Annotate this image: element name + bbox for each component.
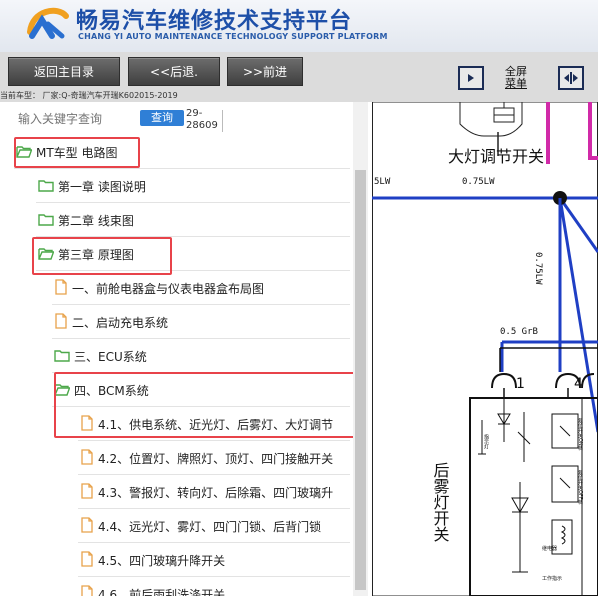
diagram-small-label: 工作指示 xyxy=(542,575,562,582)
tree-item[interactable]: 4.5、四门玻璃升降开关 xyxy=(80,548,225,572)
divider xyxy=(222,110,223,132)
tree-divider xyxy=(78,474,350,475)
wiring-diagram[interactable]: 大灯调节开关 5LW 0.75LW 0.75LW 0.5 GrB 1 4 后雾灯… xyxy=(372,102,598,596)
tree-item-label: 4.6、前后雨刮洗涤开关 xyxy=(98,587,226,596)
brand-subtitle: CHANG YI AUTO MAINTENANCE TECHNOLOGY SUP… xyxy=(78,32,388,41)
document-icon xyxy=(80,482,94,502)
doc-code-line-1: 29- xyxy=(186,108,203,119)
diagram-small-label: 复位开关ON档 xyxy=(577,417,583,452)
document-icon xyxy=(54,312,68,332)
full-menu-label-2: 菜单 xyxy=(505,77,527,90)
diagram-title: 大灯调节开关 xyxy=(448,147,544,166)
search-button[interactable]: 查询 xyxy=(140,110,184,126)
tree-item[interactable]: 4.6、前后雨刮洗涤开关 xyxy=(80,582,225,596)
document-icon xyxy=(80,516,94,536)
tree-item[interactable]: 第二章 线束图 xyxy=(38,208,134,232)
tree-item-label: 一、前舱电器盒与仪表电器盒布局图 xyxy=(72,281,265,296)
tree-item[interactable]: 一、前舱电器盒与仪表电器盒布局图 xyxy=(54,276,264,300)
tree-item[interactable]: 4.3、警报灯、转向灯、后除霜、四门玻璃升 xyxy=(80,480,333,504)
switch-label: 后雾灯开关 xyxy=(431,462,450,542)
tree-item-label: 三、ECU系统 xyxy=(74,349,147,364)
tree-item[interactable]: 4.4、远光灯、雾灯、四门门锁、后背门锁 xyxy=(80,514,321,538)
folder-icon xyxy=(54,348,70,365)
tree-item-label: 第二章 线束图 xyxy=(58,213,134,228)
expand-view-button[interactable] xyxy=(558,66,584,90)
wire-left-label: 5LW xyxy=(374,177,391,187)
forward-button[interactable]: >>前进 xyxy=(227,57,303,86)
tree-item[interactable]: 二、启动充电系统 xyxy=(54,310,168,334)
tree-divider xyxy=(78,542,350,543)
diagram-small-label: 指示灯 xyxy=(483,433,489,450)
tree-item-label: 第一章 读图说明 xyxy=(58,179,146,194)
wire-gr-label: 0.5 GrB xyxy=(500,327,538,337)
tree-divider xyxy=(78,440,350,441)
tree-item-label: 4.2、位置灯、牌照灯、顶灯、四门接触开关 xyxy=(98,451,334,466)
brand-title: 畅易汽车维修技术支持平台 xyxy=(76,9,353,34)
scrollbar-thumb[interactable] xyxy=(355,170,366,590)
collapse-sidebar-button[interactable] xyxy=(458,66,484,90)
current-vehicle-text: 当前车型： 厂家:Q-奇瑞汽车开瑞K602015-2019 xyxy=(0,91,178,100)
brand-logo-icon xyxy=(27,7,69,39)
doc-code: 29- 28609 xyxy=(186,108,218,132)
tree-item-label: 4.4、远光灯、雾灯、四门门锁、后背门锁 xyxy=(98,519,322,534)
back-button[interactable]: <<后退. xyxy=(128,57,220,86)
tree-item[interactable]: 第一章 读图说明 xyxy=(38,174,146,198)
app-header: 畅易汽车维修技术支持平台 CHANG YI AUTO MAINTENANCE T… xyxy=(0,0,598,52)
folder-icon xyxy=(38,212,54,229)
tree-item-label: 4.5、四门玻璃升降开关 xyxy=(98,553,226,568)
pin-4-label: 4 xyxy=(574,376,583,392)
search-input[interactable] xyxy=(18,112,142,126)
tree-item-label: 4.3、警报灯、转向灯、后除霜、四门玻璃升 xyxy=(98,485,334,500)
tree-item[interactable]: 4.2、位置灯、牌照灯、顶灯、四门接触开关 xyxy=(80,446,333,470)
document-icon xyxy=(80,448,94,468)
arrows-outward-icon xyxy=(564,72,578,84)
tree-item[interactable]: 三、ECU系统 xyxy=(54,344,147,368)
highlight-box xyxy=(54,372,360,438)
highlight-box xyxy=(14,137,140,168)
tree-divider xyxy=(52,304,350,305)
diagram-small-label: 继电器 xyxy=(542,545,557,552)
tree-divider xyxy=(14,168,350,169)
diagram-small-label: 复位开关OFF档 xyxy=(577,469,583,506)
document-icon xyxy=(80,584,94,596)
wire-vertical-label: 0.75LW xyxy=(533,252,543,285)
highlight-box xyxy=(32,237,172,275)
pin-1-label: 1 xyxy=(516,376,525,392)
folder-icon xyxy=(38,178,54,195)
document-icon xyxy=(54,278,68,298)
tree-divider xyxy=(78,508,350,509)
tree-divider xyxy=(78,576,350,577)
full-menu-link[interactable]: 全屏 菜单 xyxy=(505,66,527,90)
doc-code-line-2: 28609 xyxy=(186,120,218,131)
tree-divider xyxy=(52,338,350,339)
wire-top-label: 0.75LW xyxy=(462,177,495,187)
home-button[interactable]: 返回主目录 xyxy=(8,57,120,86)
tree-item-label: 二、启动充电系统 xyxy=(72,315,169,330)
document-icon xyxy=(80,550,94,570)
arrow-right-icon xyxy=(468,74,474,82)
tree-divider xyxy=(36,202,350,203)
